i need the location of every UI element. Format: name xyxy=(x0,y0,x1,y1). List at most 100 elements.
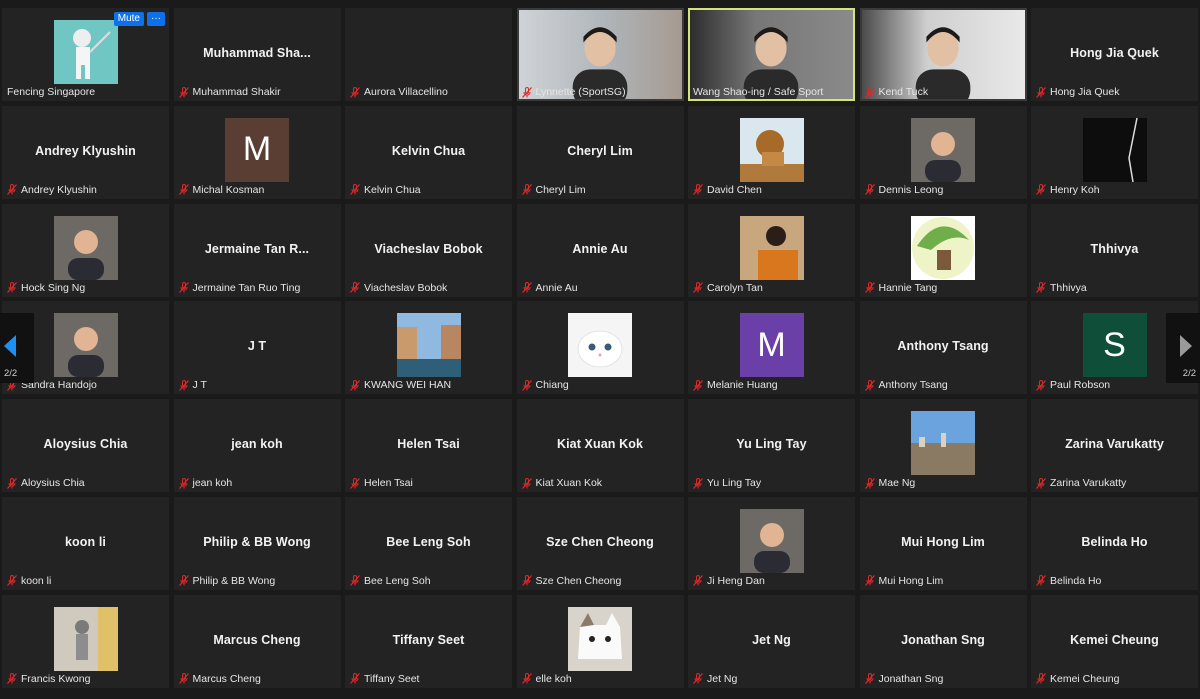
participant-display-name: Helen Tsai xyxy=(397,437,460,452)
participant-tile[interactable]: Hong Jia Quek Hong Jia Quek xyxy=(1031,8,1198,101)
participant-tile[interactable]: Wang Shao-ing / Safe Sport xyxy=(688,8,855,101)
mic-muted-icon xyxy=(864,575,875,587)
mic-muted-icon xyxy=(350,477,360,489)
participant-name: J T xyxy=(192,379,207,392)
mute-button[interactable]: Mute xyxy=(113,12,144,26)
participant-tile[interactable]: Fencing Singapore Mute ··· xyxy=(2,8,169,101)
participant-tile[interactable]: Andrey Klyushin Andrey Klyushin xyxy=(2,105,169,199)
participant-name: jean koh xyxy=(192,477,233,490)
participant-tile[interactable]: jean koh jean koh xyxy=(173,399,341,493)
portrait-photo-icon xyxy=(53,313,118,378)
participant-tile[interactable]: Kiat Xuan Kok Kiat Xuan Kok xyxy=(516,399,684,493)
participant-tile[interactable]: Helen Tsai Helen Tsai xyxy=(345,399,512,493)
participant-name-label: Jermaine Tan Ruo Ting xyxy=(178,281,301,294)
participant-name: Jermaine Tan Ruo Ting xyxy=(192,281,301,294)
participant-name: Kiat Xuan Kok xyxy=(535,477,603,490)
mic-muted-icon xyxy=(178,575,189,587)
participant-tile[interactable]: Kend Tuck xyxy=(859,8,1027,101)
participant-tile[interactable]: Kemei Cheung Kemei Cheung xyxy=(1031,594,1198,688)
participant-display-name: Thhivya xyxy=(1090,241,1139,256)
participant-tile[interactable]: Annie Au Annie Au xyxy=(516,203,684,297)
participant-tile[interactable]: Belinda Ho Belinda Ho xyxy=(1031,496,1198,590)
participant-tile[interactable]: Thhivya Thhivya xyxy=(1031,203,1198,297)
participant-display-name: Kelvin Chua xyxy=(391,143,466,158)
participant-name: Philip & BB Wong xyxy=(192,574,276,587)
participant-name-label: Bee Leng Soh xyxy=(350,575,431,587)
participant-tile[interactable]: Muhammad Sha... Muhammad Shakir xyxy=(173,8,341,101)
participant-tile[interactable]: Lynnette (SportSG) xyxy=(516,8,684,101)
participant-name-label: Kiat Xuan Kok xyxy=(521,477,603,490)
participant-name: Sze Chen Cheong xyxy=(535,574,622,587)
participant-display-name: Jet Ng xyxy=(752,632,791,647)
participant-tile[interactable]: Philip & BB Wong Philip & BB Wong xyxy=(173,496,341,590)
participant-tile[interactable]: KWANG WEI HAN xyxy=(345,301,512,395)
participant-name-label: Ji Heng Dan xyxy=(693,575,765,587)
mic-muted-icon xyxy=(7,575,17,587)
participant-tile[interactable]: Viacheslav Bobok Viacheslav Bobok xyxy=(345,203,512,297)
participant-tile[interactable]: Bee Leng Soh Bee Leng Soh xyxy=(345,496,512,590)
mic-muted-icon xyxy=(693,673,703,685)
participant-tile[interactable]: J T J T xyxy=(173,301,341,395)
participant-tile[interactable]: Jonathan Sng Jonathan Sng xyxy=(859,594,1027,688)
participant-tile[interactable]: Dennis Leong xyxy=(859,105,1027,199)
participant-tile[interactable]: elle koh xyxy=(516,594,684,688)
participant-name-label: koon li xyxy=(7,575,51,587)
participant-tile[interactable]: Marcus Cheng Marcus Cheng xyxy=(173,594,341,688)
participant-tile[interactable]: Mae Ng xyxy=(859,399,1027,493)
participant-tile[interactable]: Francis Kwong xyxy=(2,594,169,688)
previous-page-button[interactable]: 2/2 xyxy=(0,313,34,383)
mic-muted-icon xyxy=(178,184,189,196)
participant-tile[interactable]: M Melanie Huang xyxy=(688,301,855,395)
participant-tile[interactable]: Jet Ng Jet Ng xyxy=(688,594,855,688)
participant-display-name: Andrey Klyushin xyxy=(35,143,136,158)
participant-name: Dennis Leong xyxy=(878,183,944,196)
participant-display-name: J T xyxy=(247,339,267,354)
participant-tile[interactable]: Anthony Tsang Anthony Tsang xyxy=(859,301,1027,395)
mic-muted-icon xyxy=(350,379,360,391)
participant-name: Belinda Ho xyxy=(1050,574,1102,587)
mic-muted-icon xyxy=(178,673,189,685)
participant-display-name: Jonathan Sng xyxy=(901,632,985,647)
participant-tile[interactable]: M Michal Kosman xyxy=(173,105,341,199)
participant-tile[interactable]: Henry Koh xyxy=(1031,105,1198,199)
mic-muted-icon xyxy=(1036,86,1046,98)
participant-tile[interactable]: Mui Hong Lim Mui Hong Lim xyxy=(859,496,1027,590)
participant-tile[interactable]: Tiffany Seet Tiffany Seet xyxy=(345,594,512,688)
participant-tile[interactable]: Hock Sing Ng xyxy=(2,203,169,297)
participant-name: Lynnette (SportSG) xyxy=(535,86,626,98)
participant-name-label: Hock Sing Ng xyxy=(7,282,85,294)
mic-muted-icon xyxy=(350,184,360,196)
participant-name: Ji Heng Dan xyxy=(707,574,765,587)
participant-name: Thhivya xyxy=(1050,281,1087,294)
participant-name-label: Lynnette (SportSG) xyxy=(521,86,626,98)
participant-tile[interactable]: Aloysius Chia Aloysius Chia xyxy=(2,399,169,493)
lion-photo-icon xyxy=(739,117,804,182)
participant-name-label: Paul Robson xyxy=(1036,379,1110,391)
participant-tile[interactable]: Cheryl Lim Cheryl Lim xyxy=(516,105,684,199)
participant-tile[interactable]: Sze Chen Cheong Sze Chen Cheong xyxy=(516,496,684,590)
participant-tile[interactable]: Kelvin Chua Kelvin Chua xyxy=(345,105,512,199)
participant-tile[interactable]: Carolyn Tan xyxy=(688,203,855,297)
participant-tile[interactable]: Zarina Varukatty Zarina Varukatty xyxy=(1031,399,1198,493)
mic-muted-icon xyxy=(1036,379,1046,391)
participant-tile[interactable]: Yu Ling Tay Yu Ling Tay xyxy=(688,399,855,493)
more-options-button[interactable]: ··· xyxy=(147,12,165,26)
participant-tile[interactable]: Jermaine Tan R... Jermaine Tan Ruo Ting xyxy=(173,203,341,297)
participant-name-label: Mui Hong Lim xyxy=(864,575,943,587)
mic-muted-icon xyxy=(521,379,532,391)
participant-tile[interactable]: Chiang xyxy=(516,301,684,395)
participant-display-name: Anthony Tsang xyxy=(897,339,989,354)
mic-muted-icon xyxy=(864,477,875,489)
mic-muted-icon xyxy=(693,184,703,196)
mic-muted-icon xyxy=(864,86,875,98)
participant-name-label: Mae Ng xyxy=(864,477,915,489)
participant-tile[interactable]: Aurora Villacellino xyxy=(345,8,512,101)
avatar-initial: M xyxy=(739,313,804,378)
next-page-button[interactable]: 2/2 xyxy=(1166,313,1200,383)
participant-name-label: Muhammad Shakir xyxy=(178,86,281,98)
participant-tile[interactable]: koon li koon li xyxy=(2,496,169,590)
participant-tile[interactable]: David Chen xyxy=(688,105,855,199)
canal-photo-icon xyxy=(396,313,461,378)
participant-tile[interactable]: Hannie Tang xyxy=(859,203,1027,297)
participant-tile[interactable]: Ji Heng Dan xyxy=(688,496,855,590)
